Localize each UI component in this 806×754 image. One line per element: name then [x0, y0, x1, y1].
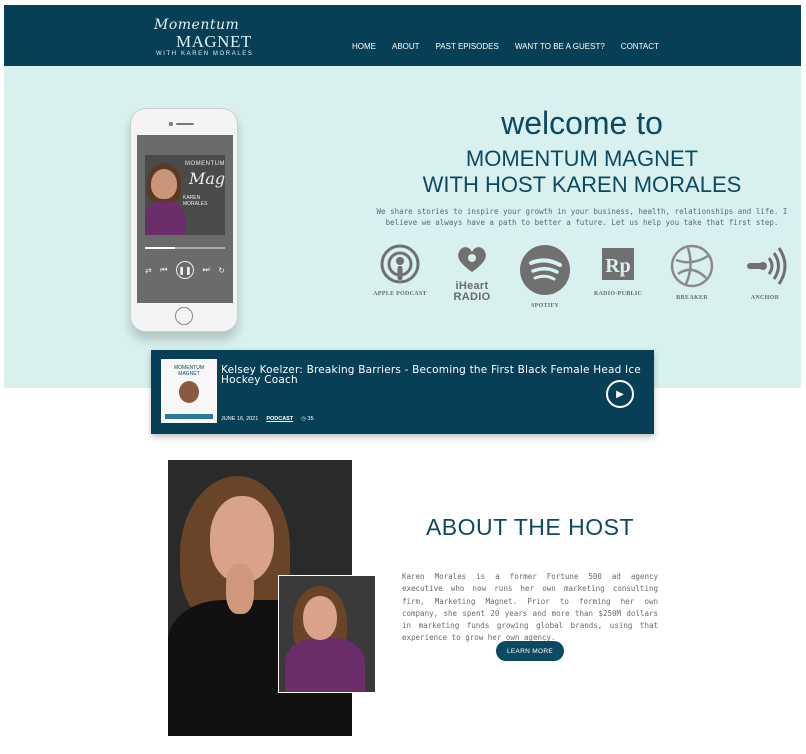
cover-art-top: MOMENTUM	[185, 161, 225, 167]
phone-speaker	[176, 123, 194, 125]
page: Momentum MAGNET WITH KAREN MORALES HOME …	[0, 0, 806, 754]
playback-progress-bar	[145, 247, 225, 249]
previous-icon: ⏮	[160, 265, 168, 274]
episode-count-value: 35	[307, 416, 314, 422]
phone-camera	[169, 122, 173, 126]
site-header: Momentum MAGNET WITH KAREN MORALES HOME …	[4, 5, 801, 66]
platform-label: iHeart RADIO	[453, 280, 491, 303]
welcome-heading: welcome to	[501, 105, 663, 141]
episode-date: JUNE 16, 2021	[221, 416, 259, 422]
hero-title: MOMENTUM MAGNET WITH HOST KAREN MORALES	[380, 146, 784, 198]
apple-podcast-icon	[380, 244, 420, 284]
host-photo-inset	[278, 575, 376, 693]
nav-be-a-guest[interactable]: WANT TO BE A GUEST?	[515, 42, 605, 51]
about-text: Karen Morales is a former Fortune 500 ad…	[402, 572, 658, 643]
iheartradio-icon	[458, 247, 486, 272]
platform-radiopublic[interactable]: Rp RADIO-PUBLIC	[588, 244, 648, 297]
cover-art-bottom: KAREN MORALES	[183, 195, 208, 207]
episode-title[interactable]: Kelsey Koelzer: Breaking Barriers - Beco…	[221, 365, 645, 386]
learn-more-button[interactable]: LEARN MORE	[496, 641, 564, 661]
episode-thumbnail: MOMENTUM MAGNET	[161, 359, 217, 423]
latest-episode-card[interactable]: MOMENTUM MAGNET Kelsey Koelzer: Breaking…	[151, 350, 654, 434]
platform-label: APPLE PODCAST	[373, 291, 427, 297]
platform-breaker[interactable]: BREAKER	[662, 244, 722, 301]
svg-text:Rp: Rp	[605, 255, 631, 277]
platform-label: SPOTIFY	[530, 303, 560, 309]
logo-name: MAGNET	[176, 32, 252, 51]
hero-title-line-2: WITH HOST KAREN MORALES	[422, 172, 742, 197]
logo-subtitle: WITH KAREN MORALES	[156, 51, 254, 57]
phone-screen: MOMENTUM Magnet KAREN MORALES ⇄ ⏮ ❚❚ ⏭ ↻	[137, 135, 233, 303]
podcast-cover-art: MOMENTUM Magnet KAREN MORALES	[145, 155, 225, 235]
platform-anchor[interactable]: ANCHOR	[735, 244, 795, 301]
hero-title-line-1: MOMENTUM MAGNET	[465, 146, 699, 171]
nav-about[interactable]: ABOUT	[392, 42, 420, 51]
pause-icon: ❚❚	[176, 261, 194, 279]
nav-contact[interactable]: CONTACT	[621, 42, 659, 51]
nav-home[interactable]: HOME	[352, 42, 376, 51]
clock-icon: ◷	[301, 416, 307, 422]
site-logo[interactable]: Momentum MAGNET WITH KAREN MORALES	[152, 17, 252, 61]
episode-category[interactable]: PODCAST	[266, 416, 293, 422]
hero-tagline: We share stories to inspire your growth …	[376, 207, 788, 227]
logo-script: Momentum	[154, 17, 240, 33]
platform-label: BREAKER	[676, 295, 708, 301]
platform-iheartradio[interactable]: iHeart RADIO	[442, 244, 502, 303]
main-nav: HOME ABOUT PAST EPISODES WANT TO BE A GU…	[352, 42, 675, 51]
play-button[interactable]: ▶	[606, 380, 634, 408]
phone-home-button	[175, 307, 193, 325]
breaker-icon	[670, 244, 714, 288]
nav-past-episodes[interactable]: PAST EPISODES	[436, 42, 499, 51]
next-icon: ⏭	[202, 265, 210, 274]
anchor-icon	[747, 247, 787, 285]
episode-play-count: ◷ 35	[301, 416, 313, 422]
platform-apple-podcast[interactable]: APPLE PODCAST	[370, 244, 430, 297]
play-icon: ▶	[616, 388, 624, 400]
episode-thumbnail-title: MOMENTUM MAGNET	[174, 365, 204, 377]
about-heading: ABOUT THE HOST	[425, 514, 635, 540]
platform-spotify[interactable]: SPOTIFY	[515, 244, 575, 309]
player-controls: ⇄ ⏮ ❚❚ ⏭ ↻	[145, 261, 225, 279]
cover-art-script: Magnet	[189, 169, 225, 188]
spotify-icon	[520, 245, 570, 295]
repeat-icon: ↻	[218, 265, 225, 275]
platform-label: ANCHOR	[750, 295, 780, 301]
shuffle-icon: ⇄	[145, 265, 152, 275]
radiopublic-icon: Rp	[602, 248, 634, 280]
episode-meta: JUNE 16, 2021 PODCAST ◷ 35	[221, 416, 314, 422]
platform-label: RADIO-PUBLIC	[593, 291, 643, 297]
phone-mockup: MOMENTUM Magnet KAREN MORALES ⇄ ⏮ ❚❚ ⏭ ↻	[130, 108, 238, 332]
